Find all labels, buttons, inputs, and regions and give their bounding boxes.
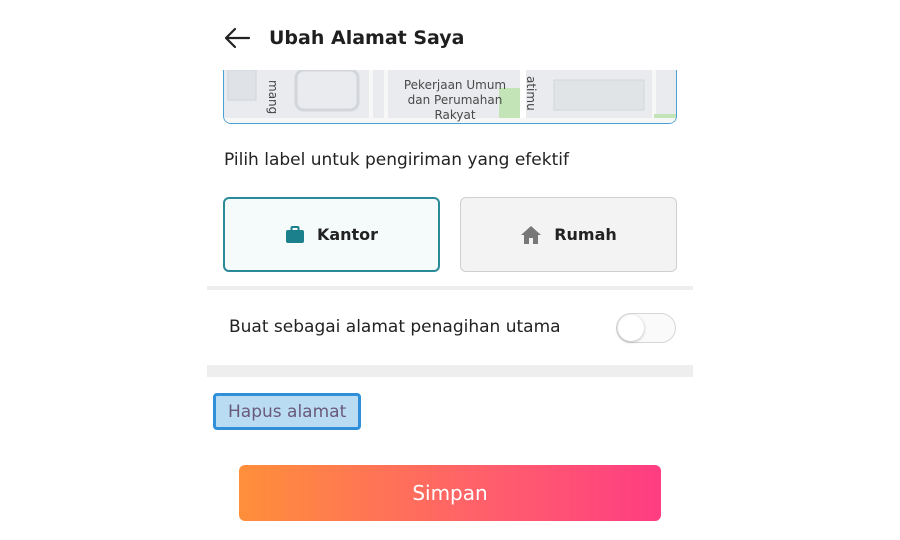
billing-address-label: Buat sebagai alamat penagihan utama [229,317,561,337]
map-place-label: Pekerjaan Umum dan Perumahan Rakyat [403,78,507,122]
map-street-label: mang [266,80,280,115]
section-divider [207,365,693,377]
briefcase-icon [285,225,305,244]
map-street-label: atimu [524,76,538,111]
back-button[interactable] [219,20,255,56]
label-prompt: Pilih label untuk pengiriman yang efekti… [224,150,569,170]
label-option-text: Rumah [554,225,617,244]
label-option-text: Kantor [316,225,379,244]
page-title: Ubah Alamat Saya [269,27,465,49]
save-button[interactable]: Simpan [239,465,661,521]
label-option-kantor[interactable]: Kantor [223,197,440,272]
billing-address-row: Buat sebagai alamat penagihan utama [207,290,693,365]
home-icon [520,225,542,245]
arrow-left-icon [224,27,251,49]
map-preview[interactable]: Pekerjaan Umum dan Perumahan Rakyat mang… [223,70,677,124]
delete-address-link[interactable]: Hapus alamat [213,393,362,430]
label-option-rumah[interactable]: Rumah [460,197,677,272]
toggle-knob [618,315,644,341]
billing-address-toggle[interactable] [616,313,676,343]
top-app-bar: Ubah Alamat Saya [207,18,693,58]
